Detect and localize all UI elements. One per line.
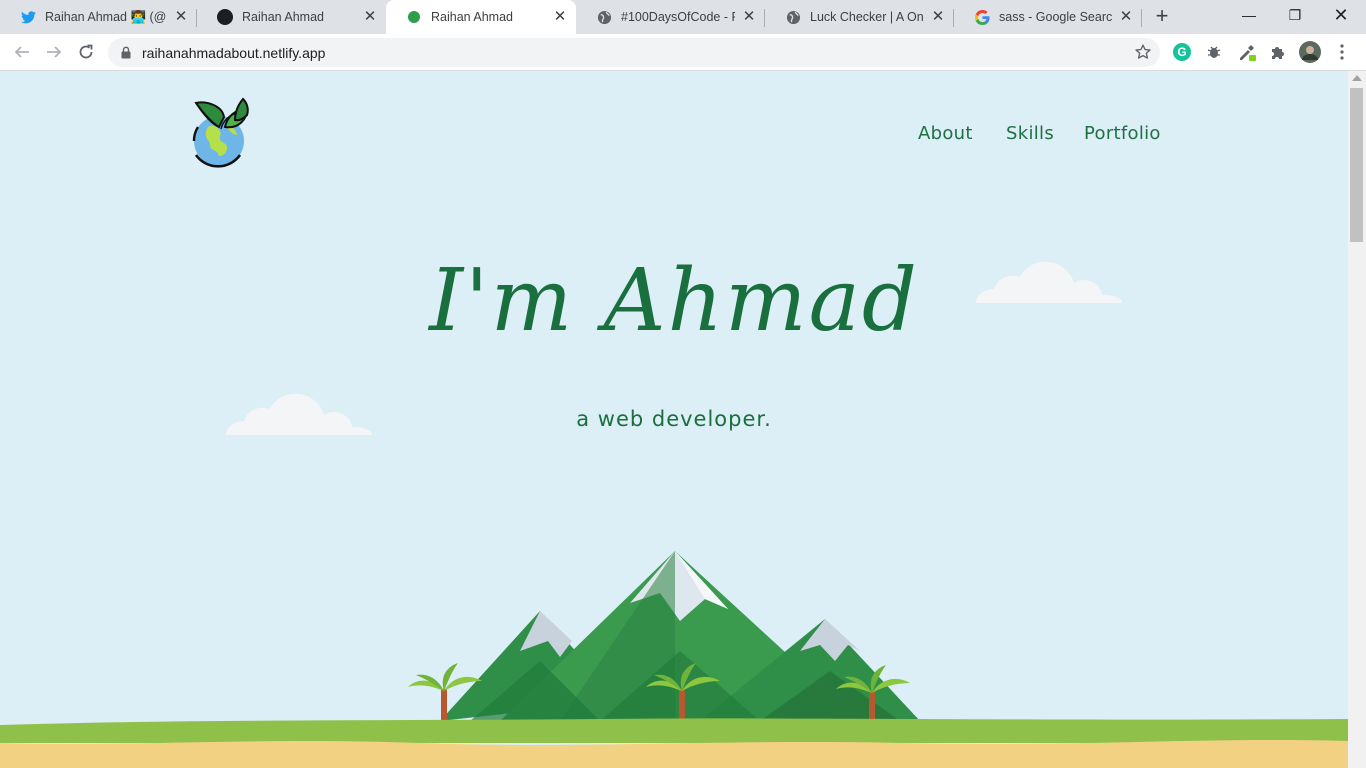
browser-tab[interactable]: Raihan Ahmad ✕ [197, 0, 386, 34]
tab-title: Raihan Ahmad 👨‍💻 (@ra [45, 9, 167, 24]
tab-title: Luck Checker | A Online [810, 10, 924, 24]
browser-tab[interactable]: #100DaysOfCode - Rail ✕ [576, 0, 765, 34]
extensions-puzzle-icon[interactable] [1268, 42, 1288, 62]
hero-title: I'm Ahmad [429, 251, 919, 351]
twitter-icon [20, 9, 36, 25]
hero-subtitle: a web developer. [576, 407, 772, 431]
bug-extension-icon[interactable] [1204, 42, 1224, 62]
scroll-up-arrow-icon[interactable] [1352, 75, 1362, 81]
mountain-landscape-illustration [0, 551, 1348, 768]
close-tab-icon[interactable]: ✕ [552, 9, 568, 25]
scrollbar-thumb[interactable] [1350, 88, 1363, 242]
tab-title: #100DaysOfCode - Rail [621, 10, 735, 24]
browser-toolbar: raihanahmadabout.netlify.app G [0, 34, 1366, 71]
address-bar[interactable]: raihanahmadabout.netlify.app [108, 38, 1160, 67]
tab-divider [1141, 9, 1142, 27]
browser-tab[interactable]: Luck Checker | A Online ✕ [765, 0, 954, 34]
close-tab-icon[interactable]: ✕ [173, 9, 189, 25]
green-dot-icon [406, 9, 422, 25]
profile-avatar[interactable] [1298, 40, 1322, 64]
close-tab-icon[interactable]: ✕ [1118, 9, 1134, 25]
nav-link-about[interactable]: About [918, 123, 973, 144]
nav-link-skills[interactable]: Skills [1006, 123, 1054, 144]
grammarly-extension-icon[interactable]: G [1172, 42, 1192, 62]
nav-link-portfolio[interactable]: Portfolio [1084, 123, 1161, 144]
tab-strip: Raihan Ahmad 👨‍💻 (@ra ✕ Raihan Ahmad ✕ R… [0, 0, 1366, 34]
browser-tab[interactable]: sass - Google Search ✕ [954, 0, 1142, 34]
reload-icon [79, 44, 93, 59]
minimize-button[interactable]: — [1226, 0, 1272, 30]
url-text: raihanahmadabout.netlify.app [142, 45, 326, 61]
close-tab-icon[interactable]: ✕ [741, 9, 757, 25]
browser-tab[interactable]: Raihan Ahmad 👨‍💻 (@ra ✕ [0, 0, 197, 34]
github-icon [217, 9, 233, 25]
browser-menu-icon[interactable] [1332, 42, 1352, 62]
restore-button[interactable]: ❐ [1272, 0, 1318, 30]
google-icon [974, 9, 990, 25]
tab-title: Raihan Ahmad [431, 10, 514, 24]
color-picker-extension-icon[interactable] [1237, 42, 1257, 62]
new-tab-button[interactable]: + [1150, 5, 1174, 29]
reload-button[interactable] [74, 40, 98, 64]
close-tab-icon[interactable]: ✕ [362, 9, 378, 25]
page-viewport: About Skills Portfolio I'm Ahmad a web d… [0, 71, 1348, 768]
arrow-right-icon [47, 46, 62, 58]
tab-title: Raihan Ahmad [242, 10, 325, 24]
close-tab-icon[interactable]: ✕ [930, 9, 946, 25]
lock-icon [121, 46, 131, 59]
bookmark-star-icon[interactable] [1134, 43, 1152, 61]
arrow-left-icon [14, 46, 29, 58]
tab-title: sass - Google Search [999, 10, 1112, 24]
forward-button[interactable] [42, 40, 66, 64]
close-window-button[interactable]: ✕ [1318, 0, 1364, 30]
globe-icon [785, 9, 801, 25]
page-scrollbar[interactable] [1348, 71, 1366, 768]
globe-icon [596, 9, 612, 25]
back-button[interactable] [10, 40, 34, 64]
svg-text:G: G [1177, 45, 1186, 59]
browser-tab-active[interactable]: Raihan Ahmad ✕ [386, 0, 576, 34]
globe-leaf-logo[interactable] [188, 97, 264, 176]
